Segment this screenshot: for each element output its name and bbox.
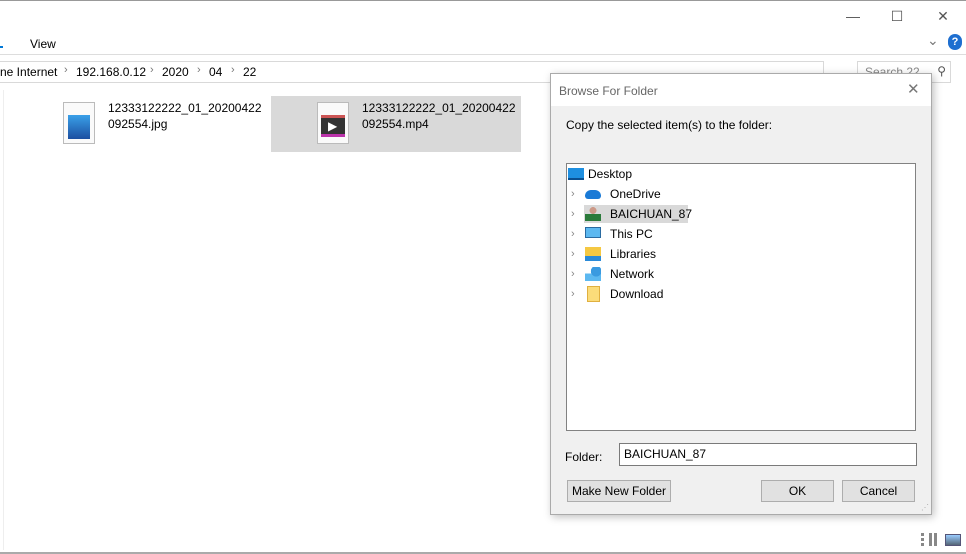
tree-item-baichuan[interactable]: › BAICHUAN_87	[567, 204, 767, 224]
tree-label: BAICHUAN_87	[610, 207, 693, 221]
details-view-icon[interactable]	[921, 533, 937, 546]
folder-tree[interactable]: Desktop › OneDrive › BAICHUAN_87 › This …	[566, 163, 916, 431]
maximize-button[interactable]: ☐	[882, 6, 912, 26]
browse-for-folder-dialog: Browse For Folder ✕ Copy the selected it…	[550, 73, 932, 515]
image-file-icon	[63, 102, 95, 144]
dialog-title: Browse For Folder	[551, 74, 931, 106]
file-name: 12333122222_01_20200422092554.jpg	[108, 101, 262, 131]
ribbon-tab-partial[interactable]	[0, 38, 3, 48]
help-icon[interactable]: ?	[948, 34, 962, 50]
tree-item-onedrive[interactable]: › OneDrive	[567, 184, 767, 204]
cancel-button[interactable]: Cancel	[842, 480, 915, 502]
desktop-icon	[568, 168, 584, 180]
tree-label: Libraries	[610, 247, 657, 261]
make-new-folder-button[interactable]: Make New Folder	[567, 480, 671, 502]
network-icon	[585, 267, 601, 281]
dialog-close-button[interactable]: ✕	[907, 80, 920, 98]
libraries-icon	[585, 247, 601, 261]
tree-label: Download	[610, 287, 664, 301]
tree-label: Desktop	[588, 167, 633, 181]
breadcrumb-host[interactable]: 192.168.0.12	[76, 65, 146, 79]
breadcrumb-04[interactable]: 04	[209, 65, 222, 79]
video-file-icon: ▶	[317, 102, 349, 144]
expand-chevron-icon[interactable]: ›	[571, 204, 575, 224]
ribbon-expand-icon[interactable]: ⌄	[927, 32, 939, 49]
nav-pane-divider	[3, 90, 4, 550]
close-button[interactable]: ✕	[928, 6, 958, 26]
tree-label: Network	[610, 267, 655, 281]
breadcrumb-separator[interactable]: ›	[197, 64, 201, 76]
tree-item-download[interactable]: › Download	[567, 284, 767, 304]
file-item-mp4[interactable]: ▶ 12333122222_01_20200422092554.mp4	[271, 96, 521, 152]
expand-chevron-icon[interactable]: ›	[571, 244, 575, 264]
folder-icon	[587, 286, 600, 302]
folder-input[interactable]: BAICHUAN_87	[619, 443, 917, 466]
large-icons-view-icon[interactable]	[945, 534, 961, 546]
ribbon-divider	[0, 54, 966, 55]
minimize-button[interactable]: —	[838, 6, 868, 26]
onedrive-icon	[585, 190, 601, 199]
file-name: 12333122222_01_20200422092554.mp4	[362, 101, 516, 131]
tree-item-desktop[interactable]: Desktop	[567, 164, 767, 184]
search-icon: ⚲	[937, 64, 946, 78]
computer-icon	[585, 227, 601, 238]
tree-label: This PC	[610, 227, 653, 241]
dialog-instruction: Copy the selected item(s) to the folder:	[566, 118, 773, 132]
tree-item-this-pc[interactable]: › This PC	[567, 224, 767, 244]
breadcrumb-separator[interactable]: ›	[64, 64, 68, 76]
breadcrumb-separator[interactable]: ›	[150, 64, 154, 76]
breadcrumb-internet[interactable]: ne Internet	[0, 65, 57, 79]
tree-label: OneDrive	[610, 187, 661, 201]
expand-chevron-icon[interactable]: ›	[571, 184, 575, 204]
user-icon	[585, 207, 601, 221]
ok-button[interactable]: OK	[761, 480, 834, 502]
breadcrumb-2020[interactable]: 2020	[162, 65, 189, 79]
tab-view[interactable]: View	[30, 37, 56, 51]
expand-chevron-icon[interactable]: ›	[571, 264, 575, 284]
folder-label: Folder:	[565, 450, 603, 464]
resize-grip-icon[interactable]: ⋰	[921, 503, 929, 512]
expand-chevron-icon[interactable]: ›	[571, 224, 575, 244]
breadcrumb-separator[interactable]: ›	[231, 64, 235, 76]
tree-item-network[interactable]: › Network	[567, 264, 767, 284]
title-bar	[0, 0, 966, 1]
breadcrumb-22[interactable]: 22	[243, 65, 256, 79]
expand-chevron-icon[interactable]: ›	[571, 284, 575, 304]
tree-item-libraries[interactable]: › Libraries	[567, 244, 767, 264]
